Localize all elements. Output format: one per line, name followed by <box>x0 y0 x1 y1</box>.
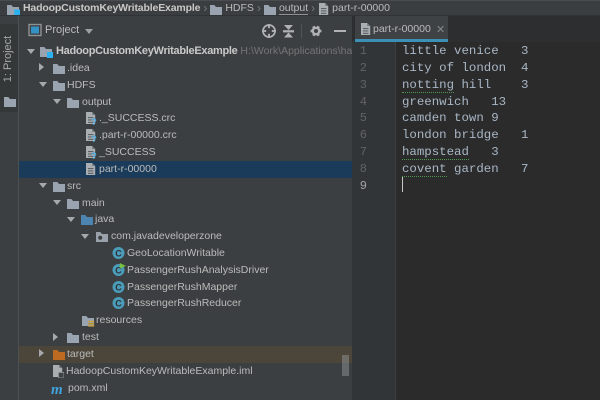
svg-text:C: C <box>115 299 122 309</box>
svg-text:C: C <box>115 282 122 292</box>
svg-text:?: ? <box>91 117 97 125</box>
svg-text:C: C <box>115 248 122 258</box>
svg-text:?: ? <box>91 151 97 159</box>
svg-text:?: ? <box>91 134 97 142</box>
